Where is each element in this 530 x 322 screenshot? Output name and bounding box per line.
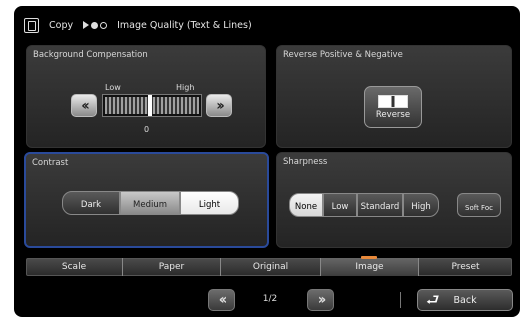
sharpness-standard-button[interactable]: Standard [357, 193, 403, 217]
double-chevron-right-icon: ›› [317, 292, 326, 308]
tab-scale-label: Scale [61, 262, 87, 272]
tab-preset-label: Preset [451, 262, 480, 272]
sharpness-none-button[interactable]: None [289, 193, 323, 217]
background-decrease-button[interactable]: ‹‹ [71, 94, 97, 117]
reverse-button[interactable]: Reverse [364, 86, 422, 128]
page-indicator: 1/2 [262, 294, 278, 304]
back-button[interactable]: ⮐ Back [417, 289, 513, 311]
double-chevron-left-icon: ‹‹ [81, 97, 89, 114]
back-arrow-icon: ⮐ [426, 290, 440, 309]
tab-scale[interactable]: Scale [26, 258, 122, 276]
header-bar: Copy Image Quality (Text & Lines) [24, 14, 504, 36]
contrast-dark-label: Dark [80, 200, 102, 210]
next-page-button[interactable]: ›› [307, 289, 334, 311]
sharpness-soft-focus-button[interactable]: Soft Foc [457, 193, 501, 217]
reverse-button-label: Reverse [375, 109, 411, 120]
tab-paper[interactable]: Paper [122, 258, 220, 276]
tab-original-label: Original [252, 262, 289, 272]
tab-image[interactable]: Image [320, 258, 418, 276]
background-increase-button[interactable]: ›› [206, 94, 232, 117]
copy-mode-icon [24, 17, 39, 33]
tab-paper-label: Paper [158, 262, 185, 272]
tab-original[interactable]: Original [220, 258, 320, 276]
active-tab-indicator [361, 256, 377, 259]
sharpness-low-label: Low [331, 202, 349, 212]
sharpness-standard-label: Standard [360, 202, 400, 212]
copy-label: Copy [49, 19, 74, 31]
contrast-light-button[interactable]: Light [180, 191, 239, 215]
breadcrumb-arrow-icon [83, 21, 108, 29]
sharpness-none-label: None [294, 202, 318, 212]
reverse-panel: Reverse Positive & Negative Reverse [276, 45, 512, 148]
screen: Copy Image Quality (Text & Lines) Backgr… [0, 0, 530, 322]
double-chevron-right-icon: ›› [216, 97, 224, 114]
background-value: 0 [144, 125, 150, 134]
background-level-scale [102, 94, 202, 117]
reverse-icon [378, 94, 408, 108]
background-compensation-panel: Background Compensation Low High ‹‹ ›› 0 [26, 45, 266, 148]
tab-preset[interactable]: Preset [418, 258, 512, 276]
previous-page-button[interactable]: ‹‹ [208, 289, 235, 311]
sharpness-title: Sharpness [283, 157, 328, 167]
divider [400, 292, 401, 308]
background-high-label: High [176, 83, 195, 92]
page-title: Image Quality (Text & Lines) [117, 19, 252, 31]
back-label: Back [453, 294, 477, 306]
background-low-label: Low [105, 83, 121, 92]
contrast-medium-button[interactable]: Medium [120, 191, 180, 215]
contrast-panel: Contrast Dark Medium Light [24, 152, 269, 248]
sharpness-high-button[interactable]: High [403, 193, 439, 217]
double-chevron-left-icon: ‹‹ [218, 292, 227, 308]
sharpness-high-label: High [411, 202, 431, 212]
sharpness-panel: Sharpness None Low Standard High Soft Fo… [276, 152, 512, 248]
tab-image-label: Image [355, 262, 384, 272]
reverse-title: Reverse Positive & Negative [283, 50, 403, 60]
contrast-dark-button[interactable]: Dark [62, 191, 120, 215]
sharpness-low-button[interactable]: Low [323, 193, 357, 217]
background-compensation-title: Background Compensation [33, 50, 148, 60]
contrast-light-label: Light [198, 200, 221, 210]
contrast-title: Contrast [32, 158, 69, 168]
background-level-indicator [148, 95, 153, 116]
sharpness-soft-focus-label: Soft Foc [465, 204, 493, 212]
contrast-medium-label: Medium [133, 200, 167, 210]
